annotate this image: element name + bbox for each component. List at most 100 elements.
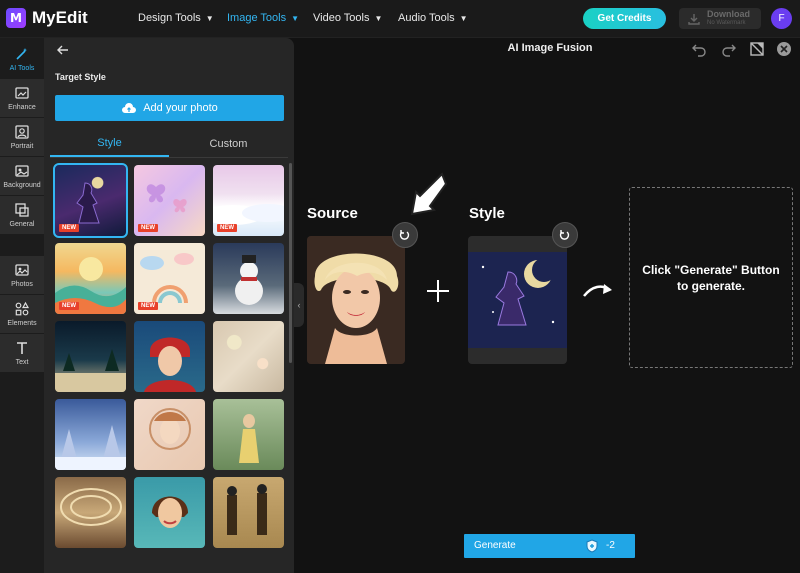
rail-item-text[interactable]: Text: [0, 334, 44, 372]
style-thumb-snowy-forest[interactable]: [55, 399, 126, 470]
get-credits-button[interactable]: Get Credits: [583, 8, 666, 29]
rail-item-enhance[interactable]: Enhance: [0, 79, 44, 117]
style-thumb-classical-interior[interactable]: [55, 477, 126, 548]
style-thumb-art-nouveau[interactable]: [134, 399, 205, 470]
snowy-forest-art: [55, 425, 126, 470]
download-icon: [688, 13, 700, 25]
source-reset-button[interactable]: [392, 222, 418, 248]
classical-interior-art: [60, 488, 122, 526]
panel-title: Target Style: [55, 72, 106, 82]
egyptian-art: [227, 484, 267, 535]
close-icon[interactable]: [775, 40, 793, 58]
chevron-left-icon: ‹: [297, 300, 301, 310]
avatar[interactable]: F: [771, 8, 792, 29]
style-thumb-snowman[interactable]: [213, 243, 284, 314]
text-icon: [17, 342, 27, 354]
logo-text: MyEdit: [32, 8, 88, 27]
add-photo-label: Add your photo: [143, 102, 218, 114]
enhance-icon: [15, 87, 29, 99]
logo[interactable]: M MyEdit: [6, 8, 88, 28]
nav-label: Audio Tools: [398, 12, 455, 24]
source-image[interactable]: [307, 236, 405, 364]
panel-scrollbar[interactable]: [289, 163, 292, 363]
style-thumb-retro-hills[interactable]: NEW: [55, 243, 126, 314]
rail-label: Enhance: [8, 104, 36, 111]
nav-video-tools[interactable]: Video Tools ▼: [313, 12, 382, 24]
nav-audio-tools[interactable]: Audio Tools ▼: [398, 12, 468, 24]
style-thumb-moon-goddess[interactable]: NEW: [53, 163, 128, 238]
style-label: Style: [469, 205, 505, 222]
rail-label: Background: [3, 182, 41, 189]
retro-woman-art: [152, 496, 188, 528]
rail-label: Photos: [11, 281, 33, 288]
pointer-arrow-icon: [410, 172, 448, 216]
page-title: AI Image Fusion: [507, 42, 593, 54]
download-label: Download: [707, 8, 750, 19]
style-tabs: Style Custom: [50, 130, 288, 158]
logo-icon: M: [6, 8, 26, 28]
style-thumb-bokeh-lights[interactable]: [213, 321, 284, 392]
plus-icon: [427, 280, 449, 302]
generate-button[interactable]: Generate -2: [464, 534, 635, 558]
credit-icon: [586, 539, 598, 553]
rail-item-portrait[interactable]: Portrait: [0, 118, 44, 156]
style-image[interactable]: [468, 236, 567, 364]
rail-label: AI Tools: [9, 65, 35, 72]
generate-label: Generate: [474, 540, 516, 551]
rail-item-general[interactable]: General: [0, 196, 44, 234]
compare-icon[interactable]: [748, 40, 766, 58]
arrow-right-icon: [583, 284, 612, 297]
vintage-painting-art: [239, 414, 259, 463]
redo-icon[interactable]: [720, 40, 738, 58]
new-badge: NEW: [59, 224, 79, 232]
style-thumb-vintage-painting[interactable]: [213, 399, 284, 470]
style-preview: [468, 252, 567, 348]
winter-night-art: [55, 349, 126, 392]
nav-design-tools[interactable]: Design Tools ▼: [138, 12, 214, 24]
top-nav: M MyEdit Design Tools ▼ Image Tools ▼ Vide…: [0, 0, 800, 38]
collapse-panel-handle[interactable]: ‹: [294, 283, 304, 327]
rail-item-background[interactable]: Background: [0, 157, 44, 195]
chevron-down-icon: ▼: [459, 13, 468, 23]
chevron-down-icon: ▼: [374, 13, 383, 23]
tab-style[interactable]: Style: [50, 130, 169, 157]
result-placeholder: Click "Generate" Button to generate.: [629, 187, 793, 368]
rail-item-elements[interactable]: Elements: [0, 295, 44, 333]
chevron-down-icon: ▼: [291, 13, 300, 23]
nav-image-tools[interactable]: Image Tools ▼: [227, 12, 299, 24]
photos-icon: [15, 264, 29, 276]
rail-label: Elements: [7, 320, 37, 327]
tab-custom[interactable]: Custom: [169, 130, 288, 157]
rail-item-photos[interactable]: Photos: [0, 256, 44, 294]
download-sublabel: No Watermark: [707, 19, 746, 26]
cloud-upload-icon: [122, 103, 137, 113]
style-thumb-egyptian-art[interactable]: [213, 477, 284, 548]
elements-icon: [15, 301, 30, 316]
source-portrait: [307, 236, 405, 364]
art-nouveau-art: [149, 408, 191, 450]
undo-icon[interactable]: [690, 40, 708, 58]
app-root: M MyEdit Design Tools ▼ Image Tools ▼ Vide…: [0, 0, 800, 573]
rotate-icon: [399, 230, 410, 240]
style-thumb-cute-clouds[interactable]: NEW: [134, 243, 205, 314]
rail-item-ai-tools[interactable]: AI Tools: [0, 40, 44, 78]
download-button[interactable]: Download No Watermark: [679, 8, 761, 29]
style-thumb-pastel-butterflies[interactable]: NEW: [134, 165, 205, 236]
back-arrow-icon[interactable]: [56, 43, 70, 57]
result-instruction: Click "Generate" Button to generate.: [642, 262, 780, 293]
style-thumb-winter-girl-portrait[interactable]: [134, 321, 205, 392]
style-panel: Target Style Add your photo Style Custom…: [44, 38, 294, 573]
generate-cost: -2: [606, 540, 615, 551]
style-thumb-retro-woman-portrait[interactable]: [134, 477, 205, 548]
style-thumb-winter-night[interactable]: [55, 321, 126, 392]
rail-label: Portrait: [10, 143, 34, 150]
winter-girl-art: [144, 337, 196, 392]
style-thumb-snowy-landscape[interactable]: NEW: [213, 165, 284, 236]
rail-label: General: [9, 221, 35, 228]
style-reset-button[interactable]: [552, 222, 578, 248]
nav-label: Design Tools: [138, 12, 201, 24]
left-rail: AI Tools Enhance Portrait Background Gen…: [0, 38, 44, 573]
general-icon: [15, 203, 29, 217]
add-photo-button[interactable]: Add your photo: [55, 95, 284, 121]
nav-label: Video Tools: [313, 12, 370, 24]
